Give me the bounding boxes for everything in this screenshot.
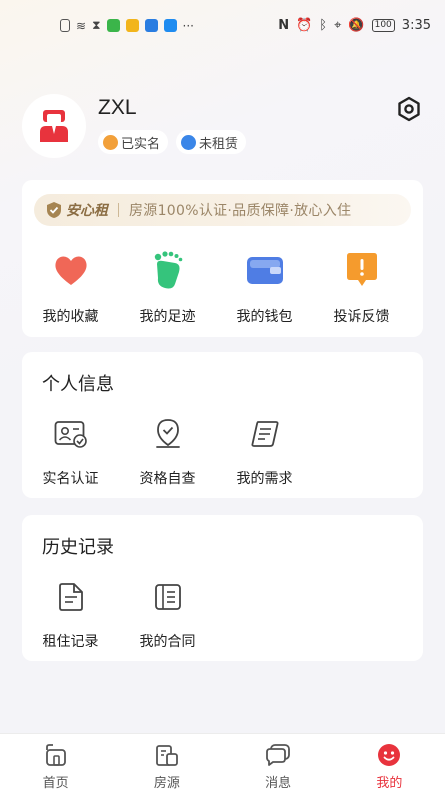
- rental-records-button[interactable]: 租住记录: [22, 577, 119, 651]
- section-title: 个人信息: [42, 374, 114, 395]
- more-icon: ···: [182, 18, 194, 33]
- contract-icon: [148, 577, 188, 617]
- my-favorites-button[interactable]: 我的收藏: [22, 250, 119, 326]
- bluetooth-icon: ᛒ: [319, 18, 328, 33]
- wifi-icon: ≋: [76, 18, 87, 33]
- status-bar: ≋ ⧗ ··· N ⏰ ᛒ ⌖ 🔕 100 3:35: [0, 0, 445, 56]
- tab-listings[interactable]: 房源: [111, 734, 222, 795]
- my-contracts-button[interactable]: 我的合同: [119, 577, 216, 651]
- my-wallet-button[interactable]: 我的钱包: [216, 250, 313, 326]
- username: ZXL: [98, 96, 137, 119]
- tab-messages[interactable]: 消息: [223, 734, 334, 795]
- notification-icons: ≋ ⧗ ···: [60, 18, 194, 33]
- app-blue-icon: [144, 19, 158, 32]
- personal-info-card: 个人信息 实名认证 资格自查 我的需求: [22, 352, 423, 498]
- qualification-check-button[interactable]: 资格自查: [119, 414, 216, 488]
- system-icons: N ⏰ ᛒ ⌖ 🔕 100 3:35: [278, 18, 431, 33]
- id-card-icon: [51, 414, 91, 454]
- building-icon: [154, 742, 180, 768]
- banner-brand: 安心租: [66, 203, 108, 219]
- footprint-icon: [148, 250, 188, 290]
- my-needs-button[interactable]: 我的需求: [216, 414, 313, 488]
- location-icon: ⌖: [334, 18, 342, 33]
- history-card: 历史记录 租住记录 我的合同: [22, 515, 423, 661]
- settings-button[interactable]: [396, 96, 422, 122]
- avatar[interactable]: [22, 94, 86, 158]
- banner-text: 房源100%认证·品质保障·放心入住: [129, 203, 352, 219]
- tab-mine[interactable]: 我的: [334, 734, 445, 795]
- nfc-icon: N: [278, 18, 290, 33]
- bottom-tab-bar: 首页 房源 消息 我的: [0, 733, 445, 795]
- section-title: 历史记录: [42, 537, 114, 558]
- my-footprints-button[interactable]: 我的足迹: [119, 250, 216, 326]
- banner-divider: [118, 203, 119, 217]
- complaint-feedback-button[interactable]: 投诉反馈: [313, 250, 410, 326]
- qualification-icon: [148, 414, 188, 454]
- alarm-icon: ⏰: [296, 18, 313, 33]
- user-avatar-icon: [40, 110, 68, 142]
- app-yellow-icon: [125, 19, 139, 32]
- shield-icon: [47, 202, 61, 218]
- feedback-icon: [342, 250, 382, 290]
- profile-icon: [376, 742, 402, 768]
- app-cloud-icon: [163, 19, 177, 32]
- heart-icon: [51, 250, 91, 290]
- battery-indicator: 100: [371, 19, 395, 32]
- house-icon: [181, 134, 197, 150]
- app-green-icon: [106, 19, 120, 32]
- message-icon: [265, 742, 291, 768]
- clock: 3:35: [401, 18, 431, 33]
- badge-list: 已实名 未租赁: [98, 130, 247, 154]
- wallet-icon: [245, 250, 285, 290]
- history-grid: 租住记录 我的合同: [22, 577, 216, 651]
- tab-home[interactable]: 首页: [0, 734, 111, 795]
- sim-icon: [60, 19, 70, 32]
- mute-icon: 🔕: [348, 18, 365, 33]
- scroll-icon: [245, 414, 285, 454]
- assurance-banner[interactable]: 安心租 房源100%认证·品质保障·放心入住: [34, 194, 411, 226]
- personal-info-grid: 实名认证 资格自查 我的需求: [22, 414, 313, 488]
- document-icon: [51, 577, 91, 617]
- home-icon: [43, 742, 69, 768]
- hourglass-icon: ⧗: [92, 18, 101, 32]
- gear-icon: [398, 96, 420, 122]
- quick-action-grid: 我的收藏 我的足迹 我的钱包 投诉反馈: [22, 250, 423, 326]
- person-icon: [103, 134, 118, 150]
- quick-actions-card: 安心租 房源100%认证·品质保障·放心入住 我的收藏 我的足迹 我的钱包 投诉…: [22, 180, 423, 337]
- real-name-verification-button[interactable]: 实名认证: [22, 414, 119, 488]
- rental-status-badge: 未租赁: [176, 130, 247, 154]
- verified-badge: 已实名: [98, 130, 169, 154]
- profile-header: ZXL 已实名 未租赁: [22, 94, 422, 160]
